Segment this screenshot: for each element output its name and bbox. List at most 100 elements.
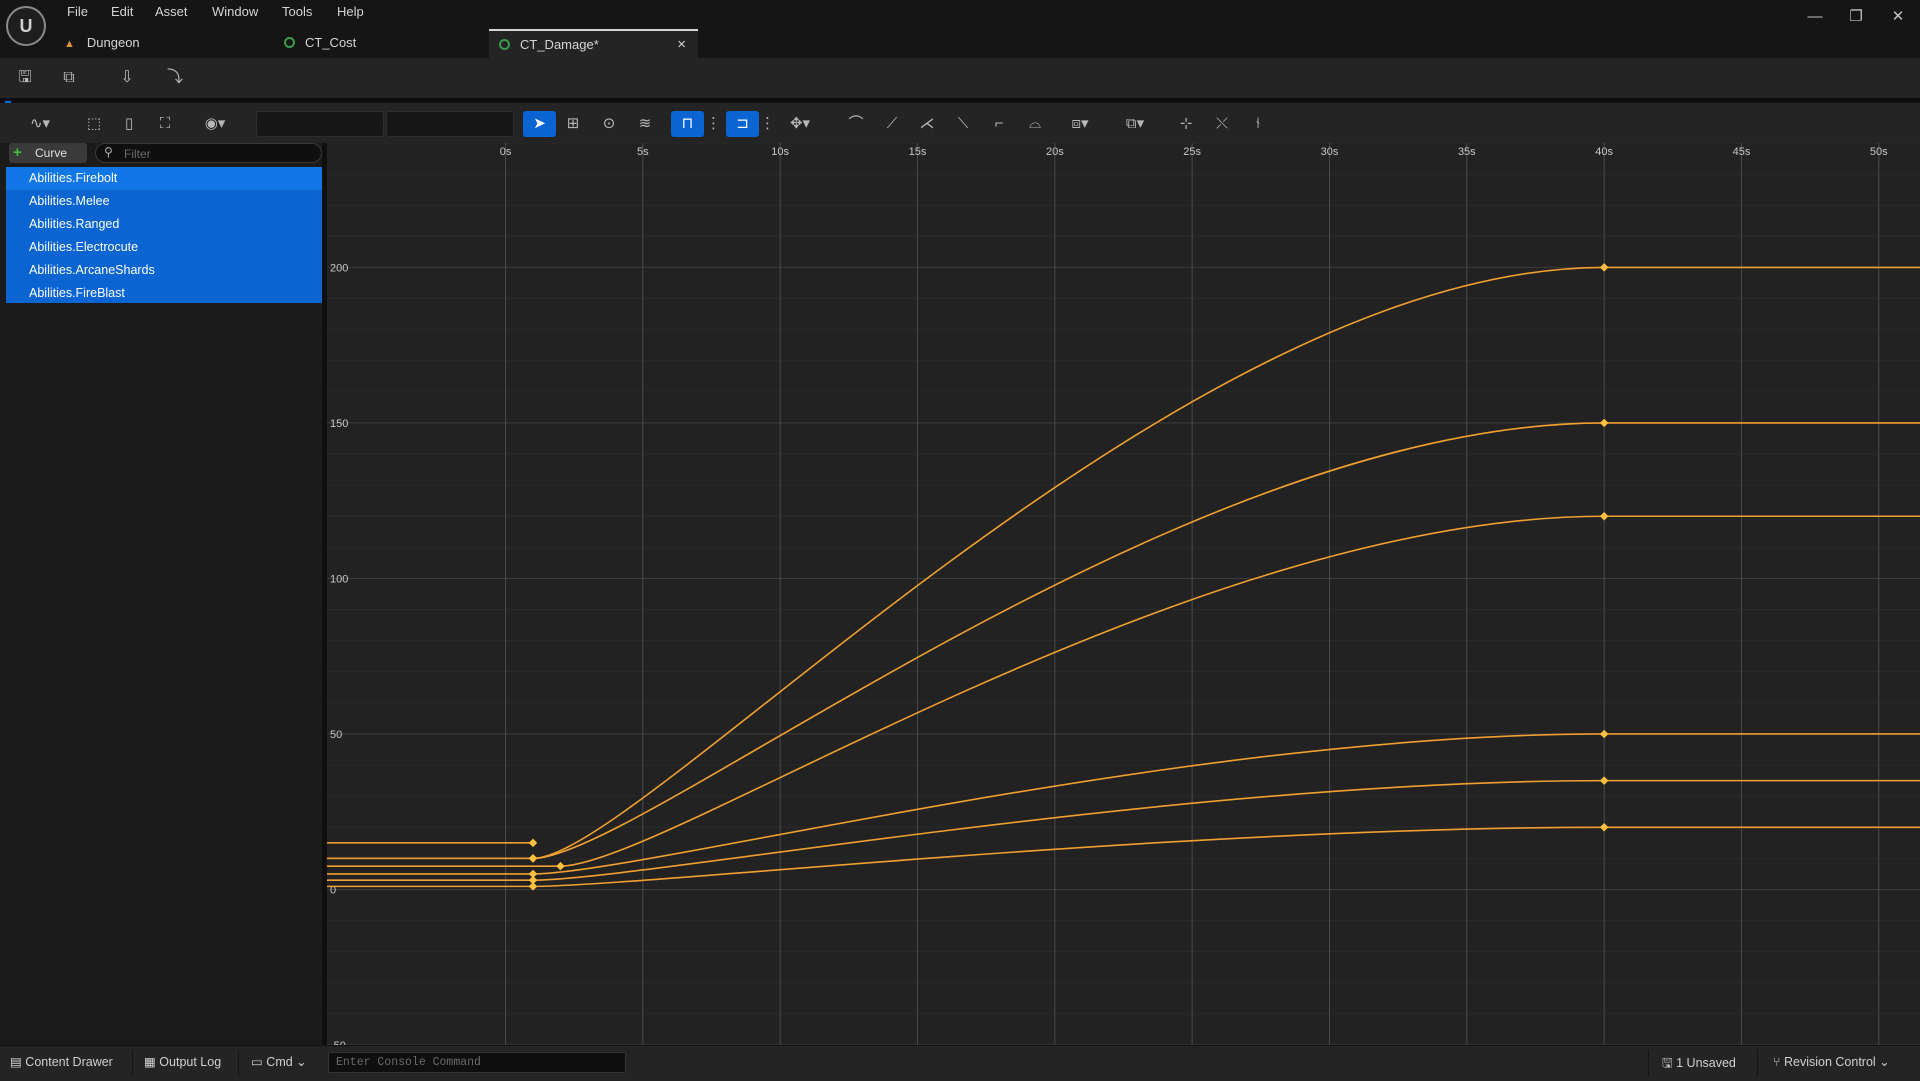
- time-field[interactable]: [256, 111, 384, 137]
- unsaved-label: 1 Unsaved: [1676, 1056, 1736, 1070]
- filter-input[interactable]: [122, 145, 316, 163]
- view-mode-dropdown-icon[interactable]: ∿▾: [20, 111, 60, 137]
- unsaved-icon: 🖫: [1662, 1056, 1677, 1070]
- curve-line: [327, 733, 1920, 875]
- curve-item-ranged[interactable]: Abilities.Ranged: [6, 213, 323, 236]
- zoom-to-fit-icon[interactable]: ⬚: [80, 111, 108, 137]
- browse-icon[interactable]: ⧉: [56, 66, 82, 90]
- curve-graph-canvas[interactable]: 0s 5s 10s 15s 20s 25s 30s 35s 40s 45s 50s 200 150 100…: [327, 143, 1920, 1045]
- tab-label: CT_Damage*: [520, 37, 599, 52]
- add-key-icon[interactable]: ⫮: [1244, 111, 1272, 137]
- output-log-button[interactable]: ▦ Output Log: [144, 1054, 221, 1069]
- add-curve-label: Curve: [35, 146, 68, 160]
- x-tick-label: 10s: [771, 146, 789, 158]
- revision-control-button[interactable]: ⑂ Revision Control ⌄: [1773, 1054, 1890, 1069]
- status-separator: [132, 1050, 133, 1076]
- status-separator: [1648, 1050, 1649, 1076]
- console-input[interactable]: [329, 1053, 618, 1072]
- axis-snapping-dropdown-icon[interactable]: ✥▾: [780, 111, 820, 137]
- save-icon[interactable]: 🖫: [12, 66, 38, 90]
- x-tick-label: 0s: [500, 146, 512, 158]
- content-drawer-icon: ▤: [10, 1055, 26, 1069]
- tangent-break-icon[interactable]: ⋌: [913, 111, 941, 137]
- visibility-dropdown-icon[interactable]: ◉▾: [196, 111, 234, 137]
- menu-window[interactable]: Window: [212, 4, 258, 19]
- curve-item-fireblast[interactable]: Abilities.FireBlast: [6, 282, 323, 305]
- tab-ct-cost[interactable]: CT_Cost: [284, 29, 484, 58]
- content-drawer-label: Content Drawer: [25, 1055, 113, 1069]
- menu-edit[interactable]: Edit: [111, 4, 133, 19]
- curve-key: [1599, 729, 1609, 739]
- status-separator: [238, 1050, 239, 1076]
- x-tick-label: 30s: [1321, 146, 1339, 158]
- filter-box[interactable]: ⚲: [95, 143, 322, 163]
- curve-key: [1599, 823, 1609, 832]
- x-tick-label: 25s: [1183, 146, 1201, 158]
- y-tick-label: 100: [330, 573, 348, 585]
- x-tick-label: 50s: [1870, 146, 1888, 158]
- tangent-auto-icon[interactable]: ⌒: [842, 111, 870, 137]
- content-drawer-button[interactable]: ▤ Content Drawer: [10, 1054, 113, 1069]
- x-tick-label: 40s: [1595, 146, 1613, 158]
- plus-icon: +: [13, 144, 22, 161]
- curve-item-firebolt[interactable]: Abilities.Firebolt: [6, 167, 323, 190]
- tangent-user-icon[interactable]: ⟋: [878, 111, 906, 137]
- curve-key: [1599, 418, 1609, 428]
- cmd-dropdown[interactable]: ▭ Cmd ⌄: [251, 1054, 307, 1069]
- curve-list: Abilities.Firebolt Abilities.Melee Abili…: [6, 167, 323, 303]
- snap-value-icon[interactable]: ⊐: [726, 111, 759, 137]
- curve-item-electrocute[interactable]: Abilities.Electrocute: [6, 236, 323, 259]
- revision-control-label: Revision Control: [1783, 1055, 1876, 1069]
- minimize-icon[interactable]: —: [1800, 6, 1830, 28]
- menu-help[interactable]: Help: [337, 4, 364, 19]
- retime-tool-icon[interactable]: ⊙: [595, 111, 623, 137]
- straighten-keys-icon[interactable]: ⤬: [1208, 111, 1236, 137]
- restore-icon[interactable]: ❐: [1841, 6, 1871, 28]
- unsaved-button[interactable]: 🖫 1 Unsaved: [1662, 1054, 1736, 1075]
- tab-ct-damage[interactable]: CT_Damage* ×: [489, 29, 698, 58]
- curve-item-melee[interactable]: Abilities.Melee: [6, 190, 323, 213]
- flatten-tangents-icon[interactable]: ⌓: [1021, 111, 1049, 137]
- import-icon[interactable]: ⇩: [114, 66, 140, 90]
- curve-key: [528, 838, 538, 848]
- menu-asset[interactable]: Asset: [155, 4, 188, 19]
- tangent-linear-icon[interactable]: ⟍: [949, 111, 977, 137]
- curve-options-dropdown-icon[interactable]: ⧈▾: [1060, 111, 1100, 137]
- curve-key: [1599, 263, 1609, 272]
- close-window-icon[interactable]: ✕: [1883, 6, 1913, 28]
- reimport-icon[interactable]: ⤵: [162, 66, 188, 90]
- multi-scale-tool-icon[interactable]: ≋: [631, 111, 659, 137]
- unreal-logo-icon[interactable]: U: [6, 6, 46, 46]
- level-icon: ▲: [64, 38, 75, 50]
- transform-tool-icon[interactable]: ⊞: [559, 111, 587, 137]
- menu-tools[interactable]: Tools: [282, 4, 312, 19]
- output-log-label: Output Log: [159, 1055, 222, 1069]
- tangent-constant-icon[interactable]: ⌐: [985, 111, 1013, 137]
- branch-icon: ⑂: [1773, 1055, 1784, 1069]
- curve-key: [556, 861, 565, 871]
- y-tick-label: 200: [330, 262, 348, 274]
- snap-value-options-icon[interactable]: ⋮: [760, 111, 775, 137]
- add-curve-button[interactable]: + Curve: [9, 143, 87, 163]
- output-log-icon: ▦: [144, 1055, 160, 1069]
- curve-graph[interactable]: 0s 5s 10s 15s 20s 25s 30s 35s 40s 45s 50s 200 150 100…: [327, 143, 1920, 1045]
- close-tab-icon[interactable]: ×: [677, 31, 686, 58]
- snap-time-icon[interactable]: ⊓: [671, 111, 704, 137]
- console-field[interactable]: [328, 1052, 626, 1073]
- curve-item-arcaneshards[interactable]: Abilities.ArcaneShards: [6, 259, 323, 282]
- frame-selection-icon[interactable]: ⛶: [151, 111, 179, 137]
- menu-file[interactable]: File: [67, 4, 88, 19]
- curve-line: [327, 826, 1920, 888]
- curve-line: [327, 515, 1920, 867]
- flatten-keys-icon[interactable]: ⊹: [1172, 111, 1200, 137]
- curve-key: [528, 854, 538, 863]
- curve-table-icon: [284, 37, 295, 48]
- curve-table-icon: [499, 39, 510, 50]
- select-tool-icon[interactable]: ➤: [523, 111, 556, 137]
- value-field[interactable]: [386, 111, 514, 137]
- tab-dungeon[interactable]: ▲ Dungeon: [64, 29, 274, 58]
- y-tick-label: 150: [330, 418, 348, 430]
- snap-time-options-icon[interactable]: ⋮: [706, 111, 721, 137]
- filter-options-dropdown-icon[interactable]: ⧉▾: [1115, 111, 1155, 137]
- frame-icon[interactable]: ▯: [115, 111, 143, 137]
